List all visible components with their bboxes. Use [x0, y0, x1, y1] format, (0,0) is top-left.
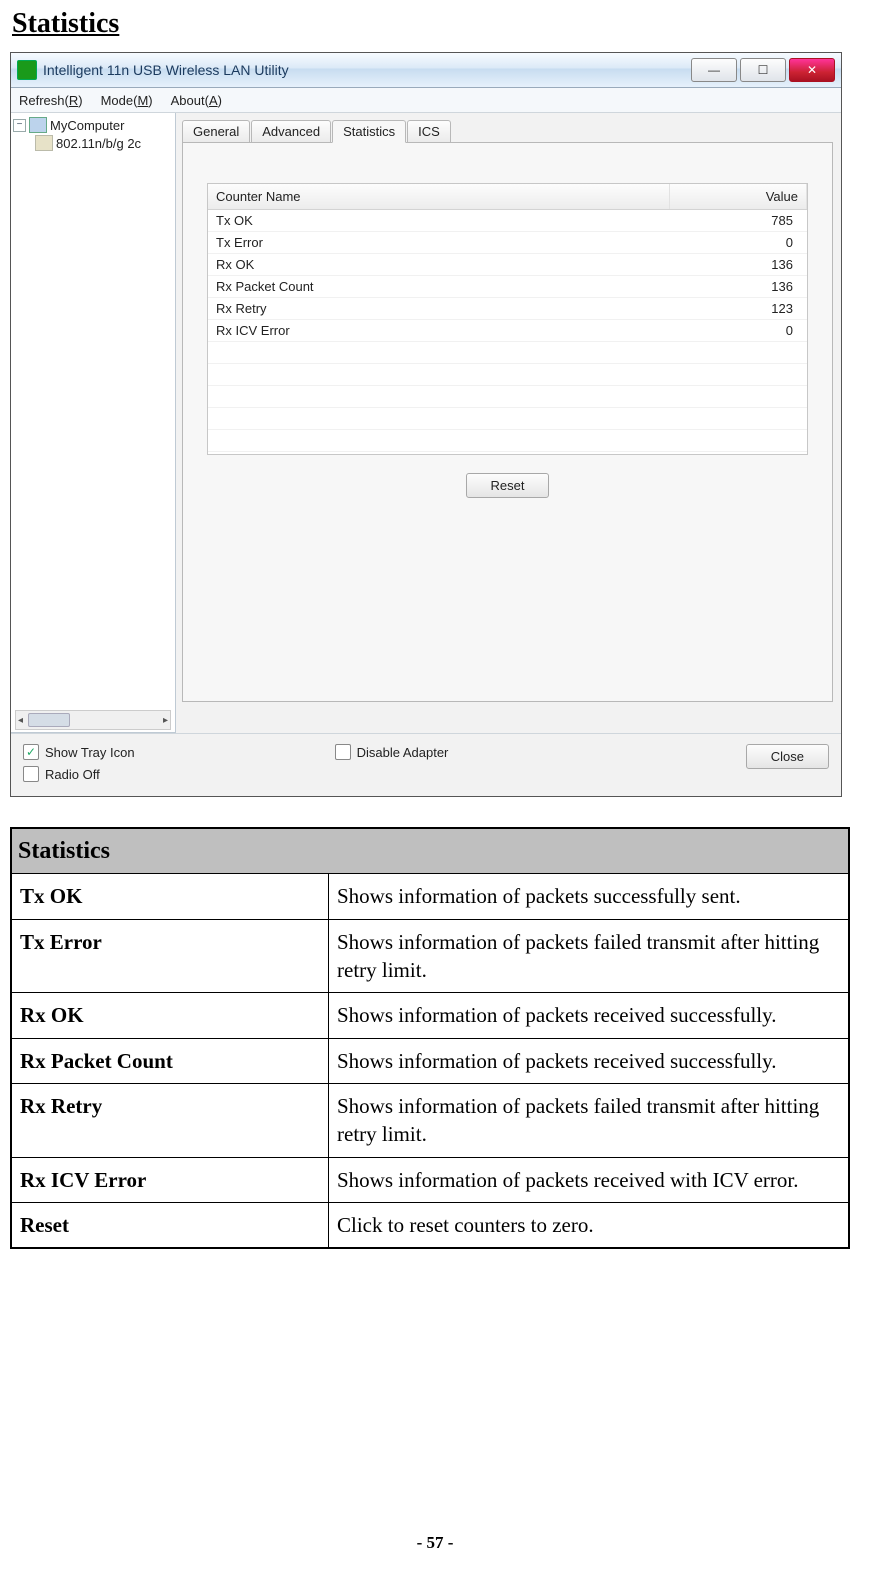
- counter-name: Rx Retry: [208, 298, 665, 319]
- window-buttons: — ☐ ✕: [688, 58, 835, 82]
- minimize-button[interactable]: —: [691, 58, 737, 82]
- counter-value: 123: [665, 298, 807, 319]
- definition-row: Rx ICV ErrorShows information of packets…: [11, 1157, 849, 1202]
- device-tree[interactable]: − MyComputer 802.11n/b/g 2c ◂ ▸: [11, 113, 176, 733]
- app-icon: [17, 60, 37, 80]
- definition-term: Rx OK: [11, 993, 329, 1038]
- table-row[interactable]: Rx OK136: [208, 254, 807, 276]
- definition-term: Reset: [11, 1203, 329, 1249]
- table-row-empty: [208, 430, 807, 452]
- window-footer: ✓ Show Tray Icon Radio Off Disable Adapt…: [11, 733, 841, 796]
- maximize-button[interactable]: ☐: [740, 58, 786, 82]
- table-row-empty: [208, 408, 807, 430]
- disable-adapter-label: Disable Adapter: [357, 745, 449, 760]
- definitions-heading: Statistics: [11, 828, 849, 874]
- scroll-thumb[interactable]: [28, 713, 70, 727]
- page-number: - 57 -: [0, 1533, 870, 1553]
- menu-about[interactable]: About(A): [171, 93, 222, 108]
- show-tray-checkbox[interactable]: ✓ Show Tray Icon: [23, 744, 135, 760]
- tab-advanced[interactable]: Advanced: [251, 120, 331, 142]
- definition-term: Rx Retry: [11, 1084, 329, 1158]
- table-row[interactable]: Rx Retry123: [208, 298, 807, 320]
- definition-desc: Click to reset counters to zero.: [329, 1203, 850, 1249]
- checkbox-icon: [23, 766, 39, 782]
- radio-off-checkbox[interactable]: Radio Off: [23, 766, 135, 782]
- counter-value: 785: [665, 210, 807, 231]
- definition-term: Tx Error: [11, 919, 329, 993]
- menu-refresh[interactable]: Refresh(R): [19, 93, 83, 108]
- show-tray-label: Show Tray Icon: [45, 745, 135, 760]
- scroll-left-icon[interactable]: ◂: [18, 715, 23, 726]
- counter-name: Rx Packet Count: [208, 276, 665, 297]
- definition-desc: Shows information of packets failed tran…: [329, 1084, 850, 1158]
- disable-adapter-checkbox[interactable]: Disable Adapter: [335, 744, 449, 760]
- radio-off-label: Radio Off: [45, 767, 100, 782]
- definition-term: Tx OK: [11, 874, 329, 919]
- menu-mode[interactable]: Mode(M): [101, 93, 153, 108]
- counter-name: Rx ICV Error: [208, 320, 665, 341]
- page-heading: Statistics: [12, 8, 860, 40]
- table-row[interactable]: Rx Packet Count136: [208, 276, 807, 298]
- tree-toggle-icon[interactable]: −: [13, 119, 26, 132]
- definition-row: Rx Packet CountShows information of pack…: [11, 1038, 849, 1083]
- adapter-icon: [35, 135, 53, 151]
- close-button[interactable]: Close: [746, 744, 829, 769]
- definitions-table: Statistics Tx OKShows information of pac…: [10, 827, 850, 1249]
- table-row[interactable]: Rx ICV Error0: [208, 320, 807, 342]
- tab-general[interactable]: General: [182, 120, 250, 142]
- counter-name: Tx Error: [208, 232, 665, 253]
- definition-row: Tx ErrorShows information of packets fai…: [11, 919, 849, 993]
- table-row-empty: [208, 364, 807, 386]
- definition-desc: Shows information of packets successfull…: [329, 874, 850, 919]
- tree-scrollbar[interactable]: ◂ ▸: [15, 710, 171, 730]
- tab-ics[interactable]: ICS: [407, 120, 451, 142]
- app-window: Intelligent 11n USB Wireless LAN Utility…: [10, 52, 842, 797]
- counter-name: Rx OK: [208, 254, 665, 275]
- definition-term: Rx ICV Error: [11, 1157, 329, 1202]
- counter-value: 136: [665, 254, 807, 275]
- tree-child-label: 802.11n/b/g 2c: [56, 136, 141, 151]
- tab-statistics[interactable]: Statistics: [332, 120, 406, 143]
- definition-row: Rx RetryShows information of packets fai…: [11, 1084, 849, 1158]
- definition-desc: Shows information of packets received su…: [329, 1038, 850, 1083]
- counter-value: 0: [665, 232, 807, 253]
- tree-root[interactable]: − MyComputer: [13, 117, 173, 133]
- counter-value: 136: [665, 276, 807, 297]
- checkbox-icon: [335, 744, 351, 760]
- content-pane: General Advanced Statistics ICS Counter …: [176, 113, 841, 733]
- counter-name: Tx OK: [208, 210, 665, 231]
- tab-panel: Counter Name Value Tx OK785Tx Error0Rx O…: [182, 142, 833, 702]
- tabs: General Advanced Statistics ICS: [182, 119, 833, 142]
- definition-row: Tx OKShows information of packets succes…: [11, 874, 849, 919]
- table-row-empty: [208, 342, 807, 364]
- scroll-right-icon[interactable]: ▸: [163, 715, 168, 726]
- table-row[interactable]: Tx OK785: [208, 210, 807, 232]
- close-window-button[interactable]: ✕: [789, 58, 835, 82]
- titlebar[interactable]: Intelligent 11n USB Wireless LAN Utility…: [11, 53, 841, 88]
- grid-head-value[interactable]: Value: [670, 184, 807, 209]
- window-body: − MyComputer 802.11n/b/g 2c ◂ ▸ General …: [11, 113, 841, 733]
- tree-child[interactable]: 802.11n/b/g 2c: [35, 135, 173, 151]
- table-row-empty: [208, 386, 807, 408]
- definition-desc: Shows information of packets failed tran…: [329, 919, 850, 993]
- grid-head-name[interactable]: Counter Name: [208, 184, 670, 209]
- definition-desc: Shows information of packets received wi…: [329, 1157, 850, 1202]
- window-title: Intelligent 11n USB Wireless LAN Utility: [43, 62, 688, 78]
- table-row[interactable]: Tx Error0: [208, 232, 807, 254]
- computer-icon: [29, 117, 47, 133]
- statistics-grid: Counter Name Value Tx OK785Tx Error0Rx O…: [207, 183, 808, 455]
- checkmark-icon: ✓: [23, 744, 39, 760]
- definition-row: Rx OKShows information of packets receiv…: [11, 993, 849, 1038]
- definition-row: ResetClick to reset counters to zero.: [11, 1203, 849, 1249]
- menubar: Refresh(R) Mode(M) About(A): [11, 88, 841, 113]
- tree-root-label: MyComputer: [50, 118, 124, 133]
- reset-button[interactable]: Reset: [466, 473, 550, 498]
- definition-desc: Shows information of packets received su…: [329, 993, 850, 1038]
- grid-header: Counter Name Value: [208, 184, 807, 210]
- definition-term: Rx Packet Count: [11, 1038, 329, 1083]
- counter-value: 0: [665, 320, 807, 341]
